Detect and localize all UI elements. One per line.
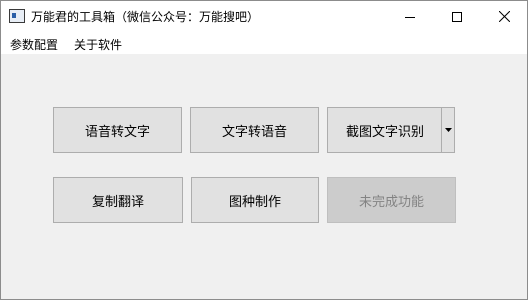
minimize-button[interactable] xyxy=(387,1,433,32)
triangle-down-icon xyxy=(444,128,452,132)
speech-to-text-label: 语音转文字 xyxy=(84,124,150,140)
minimize-icon xyxy=(405,16,415,18)
copy-translate-button[interactable]: 复制翻译 xyxy=(53,177,183,223)
unfinished-feature-button: 未完成功能 xyxy=(327,177,456,223)
text-to-speech-label: 文字转语音 xyxy=(221,124,287,140)
menu-item-about[interactable]: 关于软件 xyxy=(74,36,122,53)
app-icon xyxy=(9,9,25,23)
image-seed-label: 图种制作 xyxy=(228,194,281,210)
speech-to-text-button[interactable]: 语音转文字 xyxy=(53,107,182,153)
unfinished-feature-label: 未完成功能 xyxy=(358,194,424,210)
title-bar[interactable]: 万能君的工具箱（微信公众号：万能搜吧） xyxy=(1,1,527,32)
screenshot-ocr-dropdown-button[interactable] xyxy=(441,108,454,152)
close-button[interactable] xyxy=(481,1,527,32)
copy-translate-label: 复制翻译 xyxy=(91,194,144,210)
window-title: 万能君的工具箱（微信公众号：万能搜吧） xyxy=(31,10,260,24)
menu-item-settings[interactable]: 参数配置 xyxy=(10,36,58,53)
screenshot-ocr-split-button: 截图文字识别 xyxy=(327,107,455,153)
main-panel: 语音转文字 文字转语音 截图文字识别 复制翻译 图种制作 未完成功能 xyxy=(1,54,527,299)
maximize-icon xyxy=(452,11,462,22)
close-icon xyxy=(498,11,510,22)
screenshot-ocr-button[interactable]: 截图文字识别 xyxy=(328,108,442,152)
app-window: 万能君的工具箱（微信公众号：万能搜吧） 参数配置 关于软件 语音转文字 文字转语 xyxy=(0,0,528,300)
menu-bar: 参数配置 关于软件 xyxy=(1,32,527,54)
image-seed-button[interactable]: 图种制作 xyxy=(191,177,319,223)
text-to-speech-button[interactable]: 文字转语音 xyxy=(190,107,319,153)
screenshot-ocr-label: 截图文字识别 xyxy=(345,124,424,140)
maximize-button[interactable] xyxy=(434,1,480,32)
